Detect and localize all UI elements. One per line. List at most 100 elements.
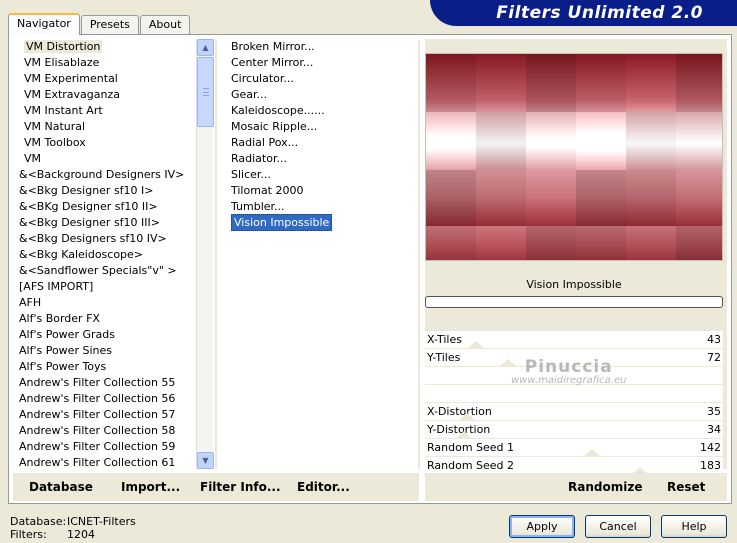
filter-item[interactable]: Radial Pox... [228,135,418,151]
category-item[interactable]: Andrew's Filter Collection 57 [19,407,199,423]
parameter-value: 34 [707,423,721,436]
filter-settings-panel: Vision Impossible X-Tiles 43 Y-Tiles 72 X-Di… [425,39,727,475]
filter-list[interactable]: Broken Mirror... Center Mirror... Circulat… [228,39,418,469]
category-item[interactable]: Alf's Power Toys [19,359,199,375]
filter-info-button[interactable]: Filter Info... [200,480,281,494]
category-item[interactable]: &<Bkg Designers sf10 IV> [19,231,199,247]
preview-tile [476,112,526,170]
category-label: &<Bkg Kaleidoscope> [19,248,144,261]
preview-tile [426,170,476,226]
divider [418,39,420,469]
apply-button[interactable]: Apply [509,515,575,538]
parameter-slider[interactable]: Random Seed 1 142 [425,439,723,457]
cancel-button[interactable]: Cancel [585,515,651,538]
category-label: AFH [19,296,42,309]
filter-item[interactable]: Mosaic Ripple... [228,119,418,135]
category-item[interactable]: VM [19,151,199,167]
category-item[interactable]: &<Background Designers IV> [19,167,199,183]
filter-item[interactable]: Kaleidoscope...... [228,103,418,119]
category-item[interactable]: Alf's Power Grads [19,327,199,343]
filter-label: Tilomat 2000 [231,184,304,197]
parameter-slider[interactable]: X-Tiles 43 [425,331,723,349]
empty-slider[interactable] [425,367,723,385]
filter-item[interactable]: Center Mirror... [228,55,418,71]
category-item[interactable]: &<Sandflower Specials"v" > [19,263,199,279]
preview-tile [576,54,626,112]
editor-button[interactable]: Editor... [297,480,350,494]
filter-item[interactable]: Radiator... [228,151,418,167]
preview-tile [526,170,576,226]
parameter-slider[interactable]: Y-Tiles 72 [425,349,723,367]
import-button[interactable]: Import... [121,480,180,494]
filter-item[interactable]: Circulator... [228,71,418,87]
category-label: VM Distortion [24,40,103,53]
help-button[interactable]: Help [661,515,727,538]
empty-slider[interactable] [425,385,723,403]
category-item[interactable]: &<Bkg Kaleidoscope> [19,247,199,263]
category-item[interactable]: VM Natural [19,119,199,135]
tab-presets[interactable]: Presets [80,15,139,34]
divider [215,39,217,469]
scroll-up-button[interactable]: ▲ [197,39,214,56]
randomize-button[interactable]: Randomize [568,480,642,494]
category-item[interactable]: VM Elisablaze [19,55,199,71]
tab-about[interactable]: About [139,15,191,34]
category-item[interactable]: Alf's Power Sines [19,343,199,359]
category-item[interactable]: Andrew's Filter Collection 55 [19,375,199,391]
filter-item[interactable]: Tilomat 2000 [228,183,418,199]
database-button[interactable]: Database [29,480,93,494]
category-item[interactable]: Alf's Border FX [19,311,199,327]
filter-item[interactable]: Gear... [228,87,418,103]
category-item[interactable]: Andrew's Filter Collection 56 [19,391,199,407]
slider-thumb[interactable] [500,359,517,366]
tab-navigator[interactable]: Navigator [8,13,80,35]
slider-thumb[interactable] [583,449,600,456]
category-item[interactable]: Andrew's Filter Collection 58 [19,423,199,439]
grip-icon [203,88,209,96]
parameter-slider[interactable]: X-Distortion 35 [425,403,723,421]
category-item[interactable]: Andrew's Filter Collection 61 [19,455,199,469]
category-item[interactable]: &<Bkg Designer sf10 III> [19,215,199,231]
preview-tile [526,54,576,112]
category-item[interactable]: VM Instant Art [19,103,199,119]
category-item[interactable]: VM Experimental [19,71,199,87]
filter-label: Gear... [231,88,268,101]
progress-bar [425,296,723,308]
preview-tile [626,54,676,112]
category-scrollbar[interactable]: ▲ ▼ [196,39,214,469]
parameter-slider[interactable]: Y-Distortion 34 [425,421,723,439]
slider-thumb[interactable] [467,341,484,348]
filter-item[interactable]: Vision Impossible [228,214,418,231]
preview-tile [426,112,476,170]
slider-thumb[interactable] [455,431,472,438]
category-label: Alf's Power Grads [19,328,115,341]
category-item[interactable]: VM Toolbox [19,135,199,151]
category-item[interactable]: VM Extravaganza [19,87,199,103]
filter-label: Vision Impossible [231,214,333,231]
category-item[interactable]: AFH [19,295,199,311]
category-item[interactable]: [AFS IMPORT] [19,279,199,295]
filter-label: Center Mirror... [231,56,314,69]
parameter-value: 72 [707,351,721,364]
filters-label: Filters: [10,528,47,541]
preview-tile [426,54,476,112]
filter-item[interactable]: Tumbler... [228,199,418,215]
category-item[interactable]: &<Bkg Designer sf10 I> [19,183,199,199]
category-list[interactable]: VM Distortion VM Elisablaze VM Experimenta… [19,39,199,469]
preview-tile [426,226,476,260]
preview-tile [676,54,722,112]
category-item[interactable]: Andrew's Filter Collection 59 [19,439,199,455]
reset-button[interactable]: Reset [667,480,705,494]
category-item[interactable]: VM Distortion [19,39,199,55]
filter-item[interactable]: Slicer... [228,167,418,183]
chevron-down-icon: ▼ [202,456,209,465]
parameter-label: Y-Tiles [427,351,461,364]
filter-label: Circulator... [231,72,294,85]
slider-thumb[interactable] [458,413,475,420]
parameter-label: X-Tiles [427,333,462,346]
filter-item[interactable]: Broken Mirror... [228,39,418,55]
scroll-thumb[interactable] [197,57,214,127]
scroll-down-button[interactable]: ▼ [197,452,214,469]
category-item[interactable]: &<BKg Designer sf10 II> [19,199,199,215]
preview-tile [676,226,722,260]
